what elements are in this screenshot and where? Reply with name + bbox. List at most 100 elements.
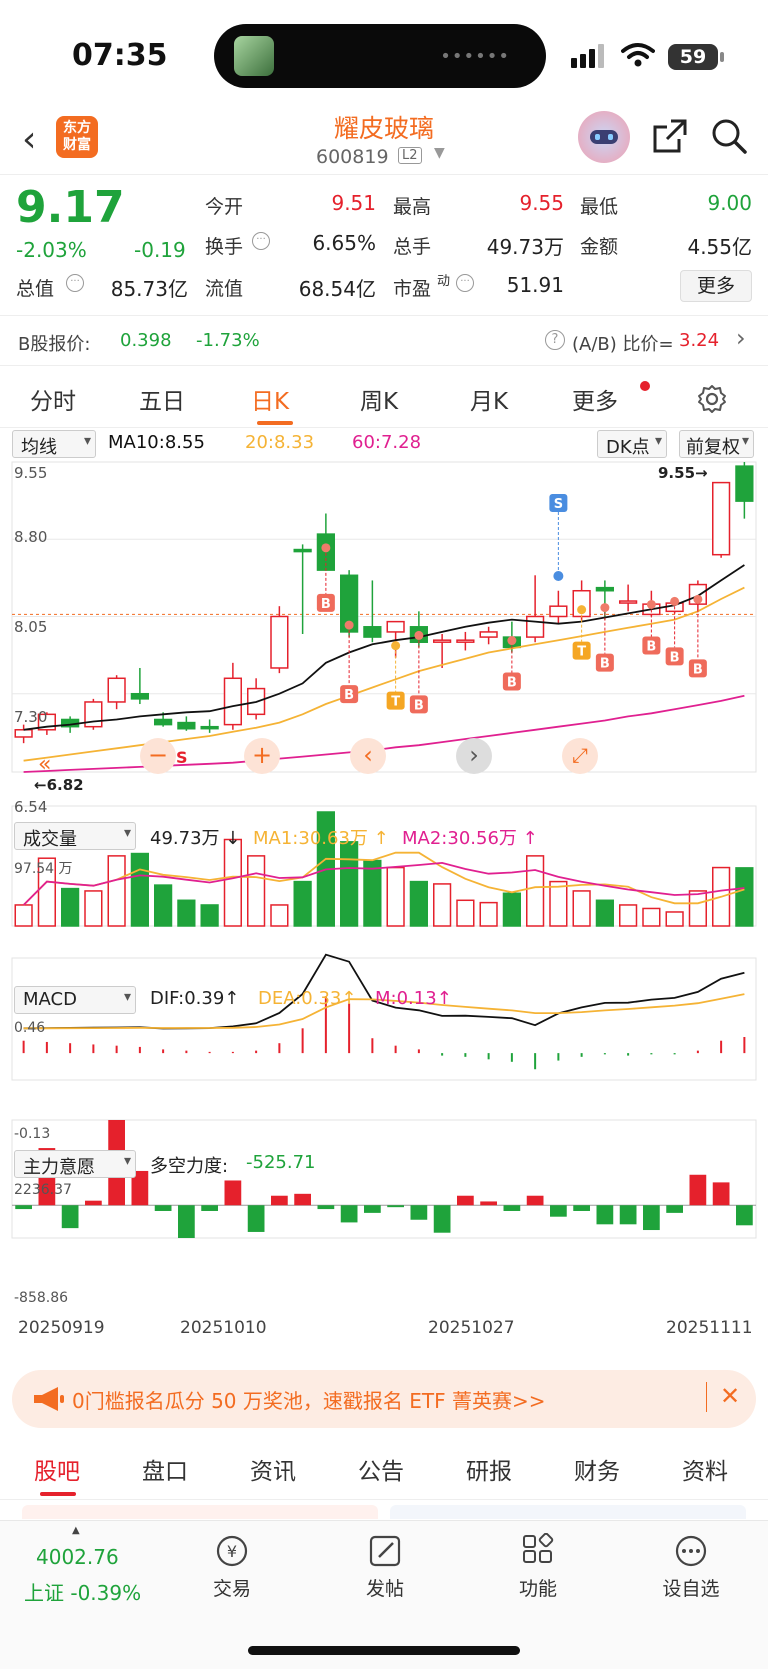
status-time: 07:35	[72, 38, 168, 73]
zoom-out-icon[interactable]: −	[140, 738, 176, 774]
index-value[interactable]: 4002.76	[36, 1545, 119, 1569]
tab-month-k[interactable]: 月K	[470, 382, 508, 416]
turnover-label: 换手	[205, 236, 244, 258]
y-label-top: 9.55	[14, 464, 48, 482]
volume-bar	[177, 899, 196, 927]
tab-guba[interactable]: 股吧	[34, 1452, 80, 1486]
signal-dot	[344, 620, 354, 630]
chevron-down-icon[interactable]: ▼	[434, 145, 445, 161]
level2-badge[interactable]: L2	[398, 147, 422, 164]
macd-m: M:0.13↑	[375, 988, 452, 1009]
volume-bar	[735, 867, 754, 927]
content-tabs: 股吧 盘口 资讯 公告 研报 财务 资料	[0, 1440, 768, 1500]
tab-week-k[interactable]: 周K	[360, 382, 398, 416]
question-icon[interactable]: ?	[545, 330, 565, 350]
tab-profile[interactable]: 资料	[682, 1452, 728, 1486]
signal-dot	[391, 641, 401, 651]
volume-bar	[526, 855, 545, 927]
force-selector[interactable]: 主力意愿	[14, 1150, 136, 1178]
scroll-right-icon[interactable]: ›	[456, 738, 492, 774]
y-label-3: 8.05	[14, 618, 48, 636]
candle-up	[456, 639, 475, 643]
index-label[interactable]: 上证 -0.39%	[24, 1577, 141, 1606]
candle-up	[107, 677, 126, 703]
candle-down	[293, 548, 312, 553]
mktcap-label: 总值	[16, 278, 55, 300]
tab-day-k[interactable]: 日K	[251, 382, 289, 416]
change-amount: -0.19	[134, 238, 186, 262]
tab-research[interactable]: 研报	[466, 1452, 512, 1486]
panel-frame	[11, 461, 757, 773]
volume-bar	[14, 904, 33, 927]
tab-five-day[interactable]: 五日	[139, 382, 185, 416]
search-icon[interactable]	[710, 117, 748, 155]
force-bar	[433, 1205, 451, 1233]
force-bar	[271, 1195, 288, 1206]
volume-bar	[433, 883, 452, 927]
volume-bar	[642, 907, 661, 927]
volume-bar	[502, 892, 521, 927]
share-icon[interactable]	[651, 117, 689, 155]
tab-fenshi[interactable]: 分时	[30, 382, 76, 416]
settings-icon[interactable]	[697, 384, 727, 414]
function-label: 功能	[518, 1578, 557, 1600]
signal-icon	[571, 44, 604, 68]
info-icon[interactable]: ···	[456, 274, 474, 292]
volume-bar	[84, 890, 103, 927]
high-value: 9.55	[519, 191, 564, 215]
x-date-4: 20251111	[666, 1318, 753, 1338]
tab-announce[interactable]: 公告	[358, 1452, 404, 1486]
tab-more[interactable]: 更多	[572, 382, 618, 416]
zoom-in-icon[interactable]: +	[244, 738, 280, 774]
fullscreen-icon[interactable]: ⤢	[562, 738, 598, 774]
volume-bar	[386, 866, 405, 927]
ai-assistant-icon[interactable]	[578, 111, 630, 163]
function-button[interactable]: 功能	[483, 1532, 593, 1601]
post-label: 发帖	[365, 1578, 404, 1600]
force-max-label: 2236.37	[14, 1182, 72, 1198]
macd-selector[interactable]: MACD	[14, 986, 136, 1014]
volume-bar	[409, 880, 428, 927]
force-bar	[457, 1195, 474, 1206]
pe-value: 51.91	[506, 273, 564, 297]
post-button[interactable]: 发帖	[330, 1533, 440, 1601]
float-label: 流值	[205, 278, 244, 300]
info-icon[interactable]: ···	[66, 274, 84, 292]
volume-bar	[61, 887, 80, 927]
tab-finance[interactable]: 财务	[574, 1452, 620, 1486]
candle-up	[549, 605, 568, 618]
candle-down	[177, 721, 196, 730]
signal-text: T	[577, 645, 586, 660]
trade-button[interactable]: ¥ 交易	[177, 1533, 287, 1601]
float-value: 68.54亿	[298, 277, 376, 301]
close-icon[interactable]: ✕	[720, 1382, 740, 1410]
b-share-row[interactable]: B股报价: 0.398 -1.73% ? (A/B) 比价= 3.24 ›	[0, 318, 768, 366]
tab-pankou[interactable]: 盘口	[142, 1452, 188, 1486]
scroll-left-icon[interactable]: ‹	[350, 738, 386, 774]
force-bar	[712, 1182, 730, 1206]
b-share-label: B股报价:	[18, 334, 91, 355]
more-button[interactable]: 更多	[680, 270, 752, 302]
kline-chart[interactable]: BB T BBTBBBBS	[0, 428, 768, 1348]
stock-code: 600819	[316, 146, 389, 168]
force-bar	[480, 1201, 497, 1206]
double-left-icon[interactable]: «	[38, 752, 51, 777]
notification-dot	[640, 381, 650, 391]
force-bar	[619, 1205, 637, 1225]
x-date-2: 20251010	[180, 1318, 267, 1338]
volume-bar	[688, 890, 707, 927]
signal-dot	[414, 630, 424, 640]
app-header: ‹ 东方 财富 耀皮玻璃 600819 L2 ▼	[0, 105, 768, 175]
signal-dot	[321, 543, 331, 553]
volume-selector[interactable]: 成交量	[14, 822, 136, 850]
info-icon[interactable]: ···	[252, 232, 270, 250]
tab-news[interactable]: 资讯	[250, 1452, 296, 1486]
svg-text:¥: ¥	[227, 1542, 237, 1561]
signal-text: B	[670, 650, 680, 665]
volume-bar	[247, 855, 266, 927]
promo-banner[interactable]: 0门槛报名瓜分 50 万奖池，速戳报名 ETF 菁英赛>> ✕	[12, 1370, 756, 1428]
chart-area[interactable]: 均线 MA10:8.55 20:8.33 60:7.28 DK点 前复权 BBT…	[0, 428, 768, 1348]
add-watchlist-button[interactable]: 设自选	[636, 1533, 746, 1601]
high-label: 最高	[393, 196, 432, 218]
volume-bar	[572, 890, 591, 927]
